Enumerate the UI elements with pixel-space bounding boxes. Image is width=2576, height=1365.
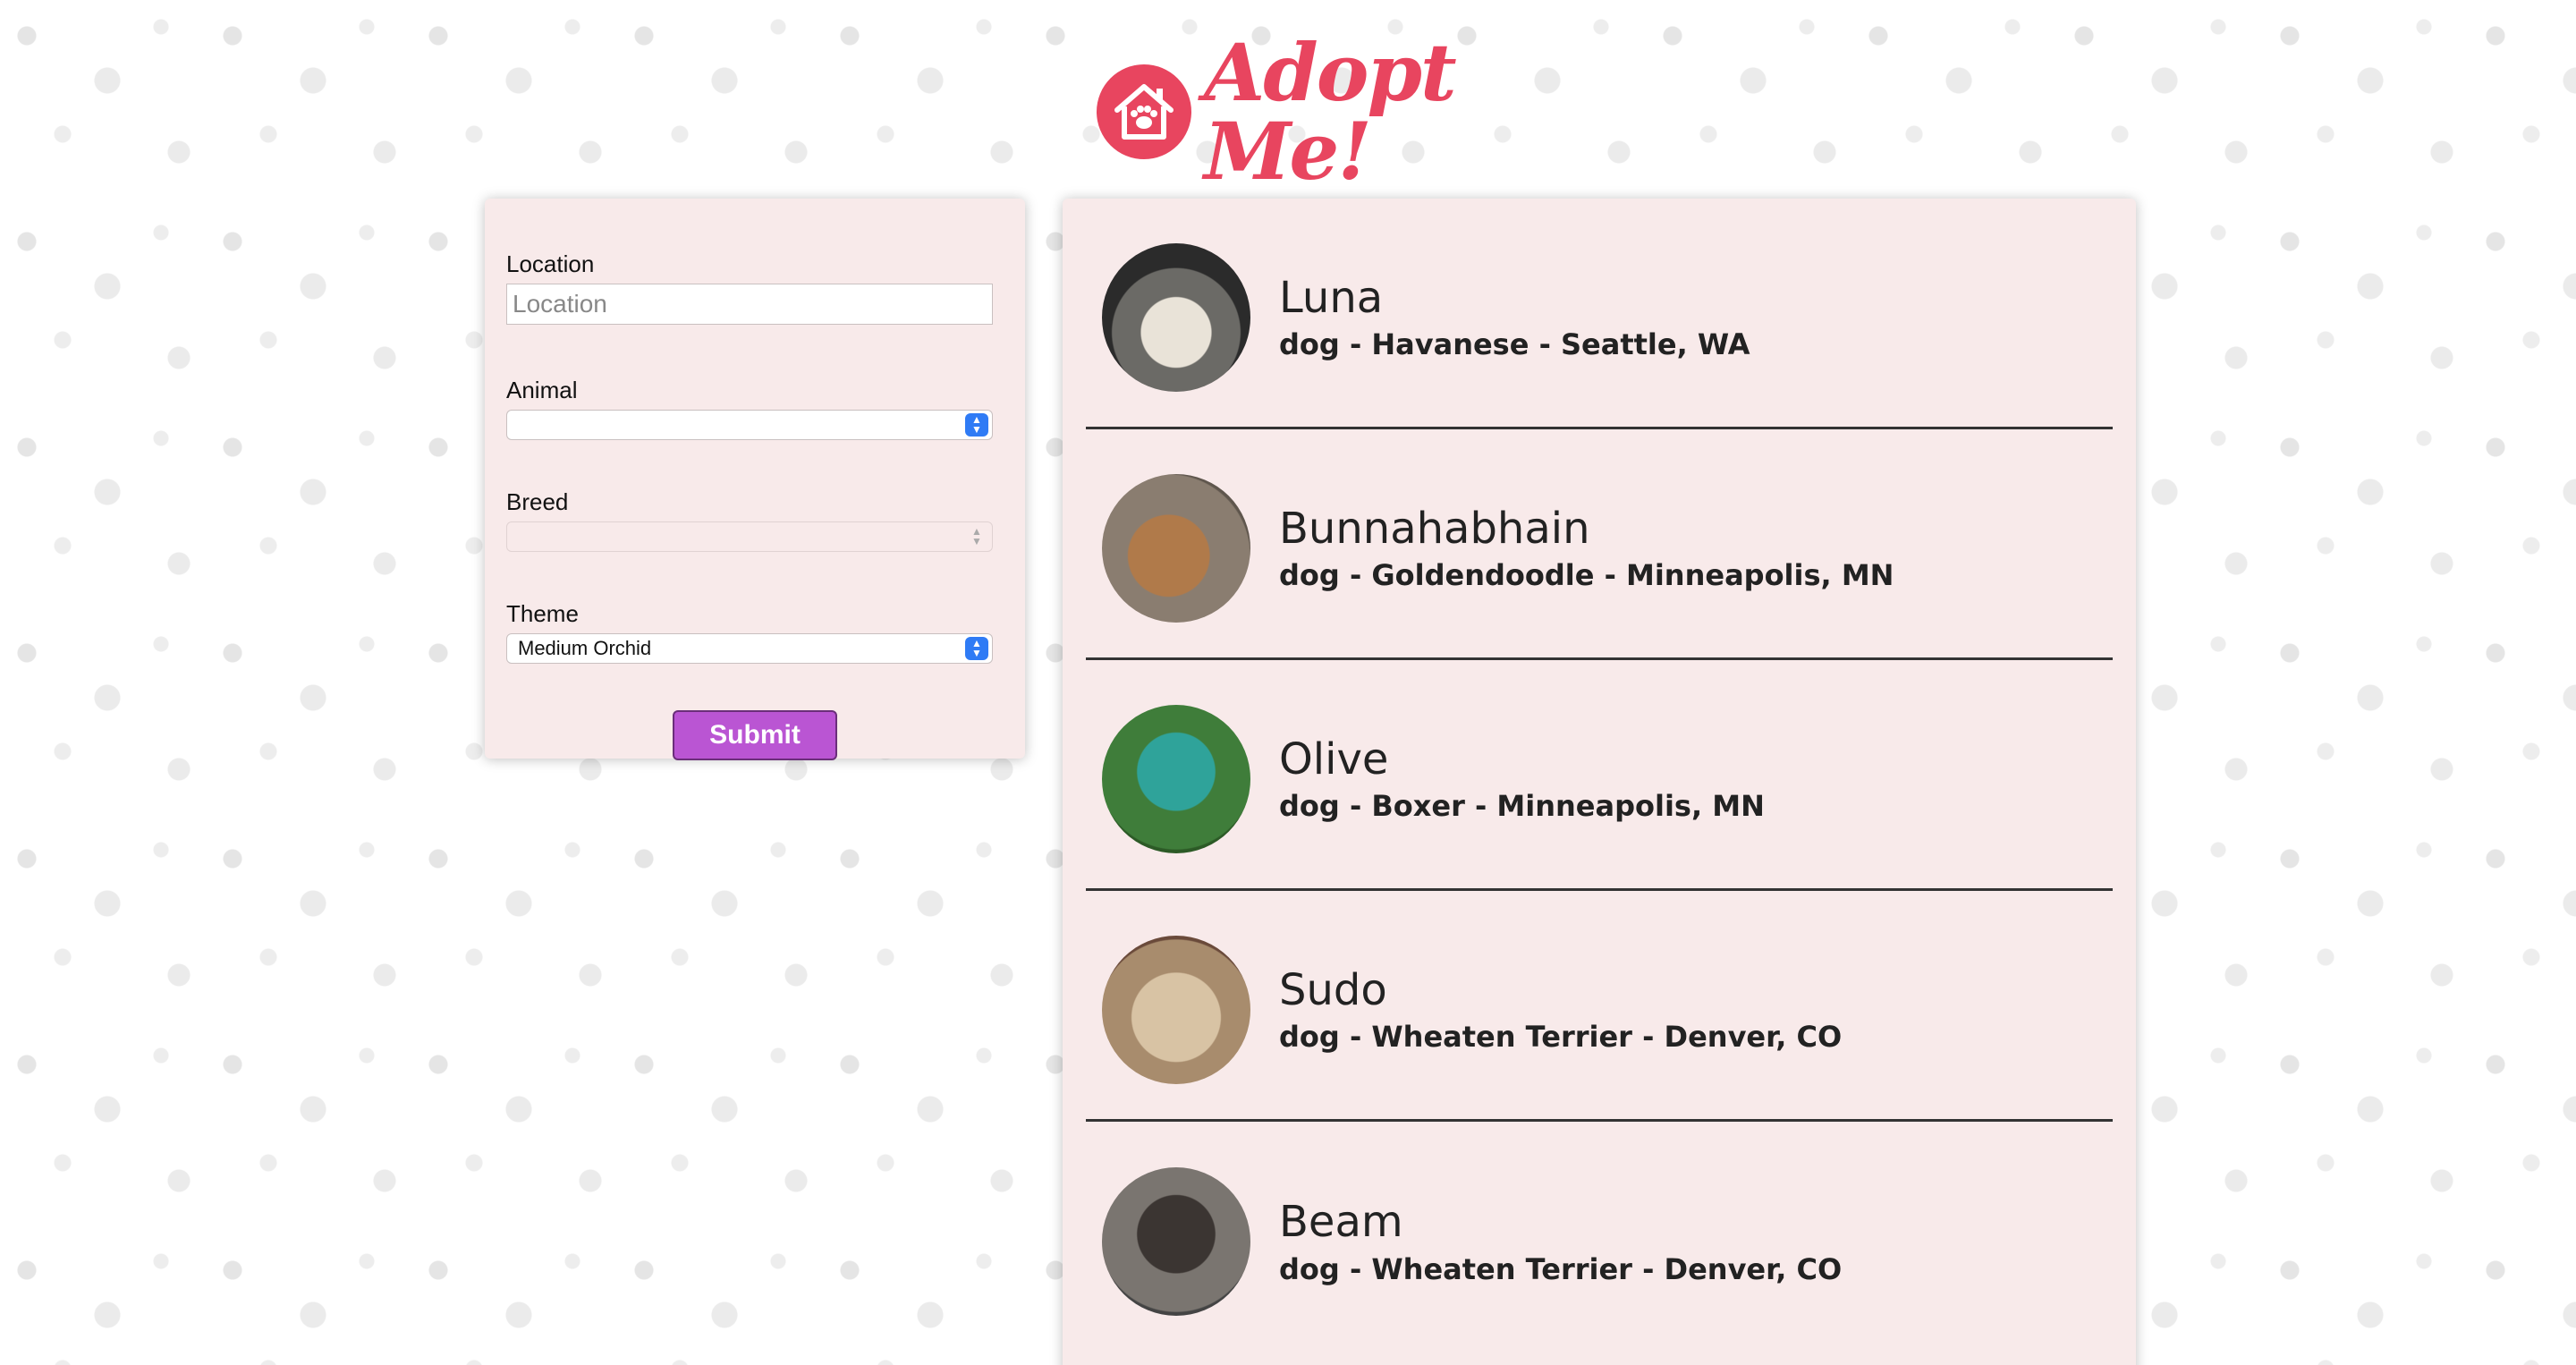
pet-card[interactable]: Beam dog - Wheaten Terrier - Denver, CO xyxy=(1086,1122,2113,1352)
breed-select[interactable]: ▲ ▼ xyxy=(506,521,993,552)
pet-card[interactable]: Bunnahabhain dog - Goldendoodle - Minnea… xyxy=(1086,429,2113,660)
location-group: Location xyxy=(506,250,1004,325)
pet-info: Bunnahabhain dog - Goldendoodle - Minnea… xyxy=(1279,504,1894,593)
results-list: Luna dog - Havanese - Seattle, WA Bunnah… xyxy=(1063,199,2136,1365)
pet-description: dog - Goldendoodle - Minneapolis, MN xyxy=(1279,558,1894,593)
pet-description: dog - Wheaten Terrier - Denver, CO xyxy=(1279,1251,1843,1286)
breed-group: Breed ▲ ▼ xyxy=(506,488,1004,552)
select-arrows-icon: ▲ ▼ xyxy=(965,637,988,660)
pet-description: dog - Wheaten Terrier - Denver, CO xyxy=(1279,1020,1843,1055)
pet-card[interactable]: Sudo dog - Wheaten Terrier - Denver, CO xyxy=(1086,891,2113,1122)
pet-photo xyxy=(1102,1167,1250,1316)
house-paw-icon xyxy=(1114,84,1174,140)
pet-info: Olive dog - Boxer - Minneapolis, MN xyxy=(1279,734,1765,824)
pet-name: Luna xyxy=(1279,272,1384,323)
theme-group: Theme Medium Orchid ▲ ▼ xyxy=(506,600,1004,664)
location-label: Location xyxy=(506,250,595,277)
pet-info: Beam dog - Wheaten Terrier - Denver, CO xyxy=(1279,1197,1842,1286)
pet-photo xyxy=(1102,935,1250,1084)
pet-photo xyxy=(1102,704,1250,853)
pet-name: Beam xyxy=(1279,1197,1403,1247)
breed-label: Breed xyxy=(506,488,569,515)
pet-photo xyxy=(1102,242,1250,392)
theme-select[interactable]: Medium Orchid ▲ ▼ xyxy=(506,633,993,664)
submit-button[interactable]: Submit xyxy=(673,710,837,760)
pet-info: Sudo dog - Wheaten Terrier - Denver, CO xyxy=(1279,965,1842,1055)
pet-card[interactable]: Luna dog - Havanese - Seattle, WA xyxy=(1086,199,2113,429)
pet-name: Sudo xyxy=(1279,964,1387,1015)
animal-label: Animal xyxy=(506,377,578,403)
logo-text[interactable]: Adopt Me! xyxy=(1204,33,1526,191)
select-arrows-icon: ▲ ▼ xyxy=(971,525,982,547)
search-form: Location Animal ▲▼ Breed ▲▼ Theme Medium… xyxy=(485,199,1025,760)
pet-info: Luna dog - Havanese - Seattle, WA xyxy=(1279,273,1750,362)
animal-group: Animal ▲ ▼ xyxy=(506,377,1004,440)
site-header: Adopt Me! xyxy=(1097,33,1526,191)
select-arrows-icon: ▲ ▼ xyxy=(965,413,988,437)
pet-name: Bunnahabhain xyxy=(1279,503,1590,554)
pet-description: dog - Havanese - Seattle, WA xyxy=(1279,327,1750,362)
theme-select-value: Medium Orchid xyxy=(518,637,652,659)
pet-card[interactable]: Olive dog - Boxer - Minneapolis, MN xyxy=(1086,660,2113,891)
theme-label: Theme xyxy=(506,600,579,627)
pet-name: Olive xyxy=(1279,733,1389,784)
pet-photo xyxy=(1102,473,1250,623)
pet-description: dog - Boxer - Minneapolis, MN xyxy=(1279,789,1765,824)
logo-badge[interactable] xyxy=(1097,64,1191,159)
animal-select[interactable]: ▲ ▼ xyxy=(506,410,993,440)
location-input[interactable] xyxy=(506,284,993,325)
